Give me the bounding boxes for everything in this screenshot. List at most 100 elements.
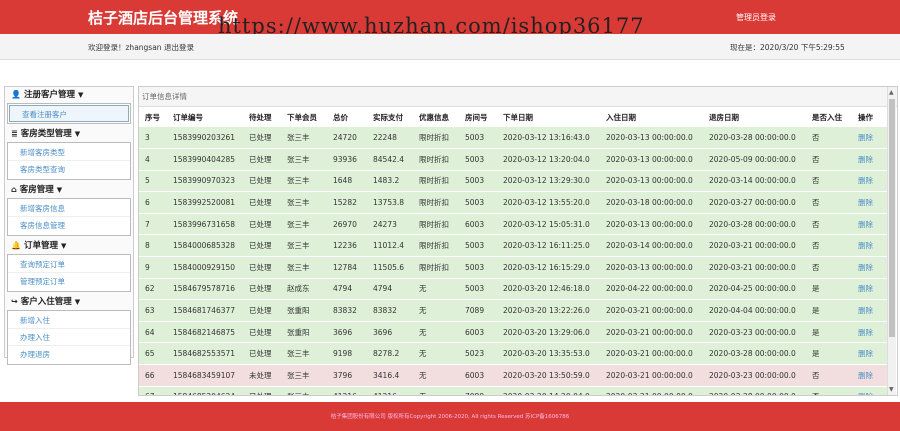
delete-link[interactable]: 删除 bbox=[852, 386, 890, 395]
sidebar-section-title: 客房类型管理 bbox=[20, 129, 72, 139]
table-cell: 限时折扣 bbox=[413, 191, 459, 214]
table-cell: 否 bbox=[806, 364, 852, 387]
delete-link[interactable]: 删除 bbox=[852, 170, 890, 193]
table-cell: 已处理 bbox=[243, 386, 281, 395]
scroll-up-icon[interactable]: ▲ bbox=[889, 89, 894, 96]
delete-link[interactable]: 删除 bbox=[852, 256, 890, 279]
table-cell: 26970 bbox=[327, 213, 367, 236]
sidebar-section-links: 新增客房类型 客房类型查询 bbox=[7, 142, 131, 180]
table-cell: 15282 bbox=[327, 191, 367, 214]
table-cell: 2020-03-27 00:00:00.0 bbox=[703, 191, 806, 214]
delete-link[interactable]: 删除 bbox=[852, 299, 890, 322]
sidebar-link[interactable]: 办理退房 bbox=[8, 346, 130, 363]
table-cell: 7089 bbox=[459, 299, 497, 322]
table-cell: 是 bbox=[806, 342, 852, 366]
sidebar-section-header[interactable]: ⌂ 客房管理 ▼ bbox=[5, 182, 133, 198]
table-cell: 限时折扣 bbox=[413, 213, 459, 236]
sidebar-link[interactable]: 客房信息管理 bbox=[8, 217, 130, 234]
sidebar-link[interactable]: 办理入住 bbox=[8, 329, 130, 346]
sidebar-link[interactable]: 新增客房类型 bbox=[8, 144, 130, 161]
table-cell: 否 bbox=[806, 170, 852, 193]
table-cell: 张三丰 bbox=[281, 170, 327, 193]
table-cell: 4 bbox=[139, 148, 167, 171]
table-cell: 12236 bbox=[327, 234, 367, 258]
admin-login-link[interactable]: 管理员登录 bbox=[736, 12, 776, 23]
sidebar-section-title: 客房管理 bbox=[19, 185, 54, 195]
column-header: 操作 bbox=[858, 112, 873, 122]
user-icon: 👤 bbox=[11, 90, 21, 99]
table-cell: 否 bbox=[806, 256, 852, 279]
sidebar-link[interactable]: 新增入住 bbox=[8, 312, 130, 329]
delete-link[interactable]: 删除 bbox=[852, 364, 890, 387]
bar-chart-icon: ≣ bbox=[11, 129, 18, 138]
sidebar-section-title: 订单管理 bbox=[23, 241, 58, 251]
table-row: 671584685204624已处理张三丰4121641216无70892020… bbox=[139, 386, 890, 395]
table-row: 5 1583990970323 已处理 张三丰 1648 1483.2 限时折扣 5003 20… bbox=[139, 170, 890, 193]
sidebar-section-header[interactable]: ≣ 客房类型管理 ▼ bbox=[5, 126, 133, 142]
sidebar-link[interactable]: 客房类型查询 bbox=[8, 161, 130, 178]
orders-table: 序号 订单编号 待处理 下单会员 总价 实际支付 优惠信息 房间号 下单日期 入住日期 退房日期 是否… bbox=[139, 107, 890, 395]
table-cell: 24273 bbox=[367, 213, 413, 236]
table-row: 62 1584679578716 已处理 赵成东 4794 4794 无 5003 2020-0… bbox=[139, 278, 890, 301]
orders-panel: 订单信息详情 序号 订单编号 待处理 下单会员 总价 实际支付 优惠信息 房间号 下单日期 入住日… bbox=[138, 86, 898, 396]
sidebar-section-header[interactable]: 👤 注册客户管理 ▼ bbox=[5, 87, 133, 103]
table-cell: 41216 bbox=[327, 386, 367, 395]
delete-link[interactable]: 删除 bbox=[852, 342, 890, 366]
table-cell: 张三丰 bbox=[281, 386, 327, 395]
table-cell: 1584682146875 bbox=[167, 321, 243, 344]
table-cell: 2020-03-21 00:00:00.0 bbox=[703, 234, 806, 258]
table-cell: 已处理 bbox=[243, 278, 281, 301]
table-cell: 无 bbox=[413, 364, 459, 387]
delete-link[interactable]: 删除 bbox=[852, 127, 890, 150]
table-cell: 已处理 bbox=[243, 299, 281, 322]
table-cell: 5003 bbox=[459, 278, 497, 301]
delete-link[interactable]: 删除 bbox=[852, 234, 890, 258]
sidebar-link[interactable]: 管理预定订单 bbox=[8, 273, 130, 290]
table-cell: 9198 bbox=[327, 342, 367, 366]
table-cell: 2020-03-20 13:50:59.0 bbox=[497, 364, 600, 387]
table-cell: 2020-04-25 00:00:00.0 bbox=[703, 278, 806, 301]
table-row: 4 1583990404285 已处理 张三丰 93936 84542.4 限时折扣 5003… bbox=[139, 148, 890, 171]
column-header: 优惠信息 bbox=[419, 112, 449, 122]
table-cell: 无 bbox=[413, 386, 459, 395]
delete-link[interactable]: 删除 bbox=[852, 191, 890, 214]
table-cell: 2020-03-12 13:16:43.0 bbox=[497, 127, 600, 150]
home-icon: ⌂ bbox=[11, 185, 17, 194]
vertical-scrollbar[interactable]: ▲ ▼ bbox=[887, 87, 896, 395]
chevron-down-icon: ▼ bbox=[74, 130, 81, 138]
table-cell: 2020-03-20 13:29:06.0 bbox=[497, 321, 600, 344]
table-cell: 7089 bbox=[459, 386, 497, 395]
table-row: 9 1584000929150 已处理 张三丰 12784 11505.6 限时折扣 5003… bbox=[139, 256, 890, 279]
sidebar-section-links: 新增入住 办理入住 办理退房 bbox=[7, 310, 131, 365]
table-cell: 64 bbox=[139, 321, 167, 344]
table-cell: 93936 bbox=[327, 148, 367, 171]
column-header: 序号 bbox=[145, 112, 160, 122]
panel-title: 订单信息详情 bbox=[139, 87, 897, 107]
sidebar-link[interactable]: 新增客房信息 bbox=[8, 200, 130, 217]
sidebar-link[interactable]: 查询预定订单 bbox=[8, 256, 130, 273]
table-cell: 张三丰 bbox=[281, 148, 327, 171]
table-cell: 4794 bbox=[327, 278, 367, 301]
delete-link[interactable]: 删除 bbox=[852, 321, 890, 344]
delete-link[interactable]: 删除 bbox=[852, 148, 890, 171]
sidebar-link[interactable]: 查看注册客户 bbox=[9, 105, 129, 122]
table-cell: 2020-03-12 13:55:20.0 bbox=[497, 191, 600, 214]
scrollbar-thumb[interactable] bbox=[889, 99, 895, 337]
scroll-down-icon[interactable]: ▼ bbox=[889, 386, 894, 393]
welcome-text[interactable]: 欢迎登录！zhangsan 退出登录 bbox=[88, 42, 194, 53]
delete-link[interactable]: 删除 bbox=[852, 278, 890, 301]
table-cell: 2020-03-12 16:11:25.0 bbox=[497, 234, 600, 258]
table-cell: 是 bbox=[806, 299, 852, 322]
table-cell: 2020-03-28 00:00:00.0 bbox=[703, 342, 806, 366]
table-cell: 已处理 bbox=[243, 213, 281, 236]
table-cell: 1583996731658 bbox=[167, 213, 243, 236]
table-cell: 6003 bbox=[459, 213, 497, 236]
footer: 桔子集团股份有限公司 版权所有Copyright 2006-2020, All … bbox=[0, 402, 900, 431]
column-header: 下单会员 bbox=[287, 112, 317, 122]
table-cell: 12784 bbox=[327, 256, 367, 279]
delete-link[interactable]: 删除 bbox=[852, 213, 890, 236]
sidebar-section-header[interactable]: ↪ 客户入住管理 ▼ bbox=[5, 294, 133, 310]
sidebar-section-header[interactable]: 🔔 订单管理 ▼ bbox=[5, 238, 133, 254]
table-cell: 2020-03-13 00:00:00.0 bbox=[600, 256, 703, 279]
welcome-bar: 欢迎登录！zhangsan 退出登录 现在是：2020/3/20 下午5:29:… bbox=[0, 34, 900, 60]
